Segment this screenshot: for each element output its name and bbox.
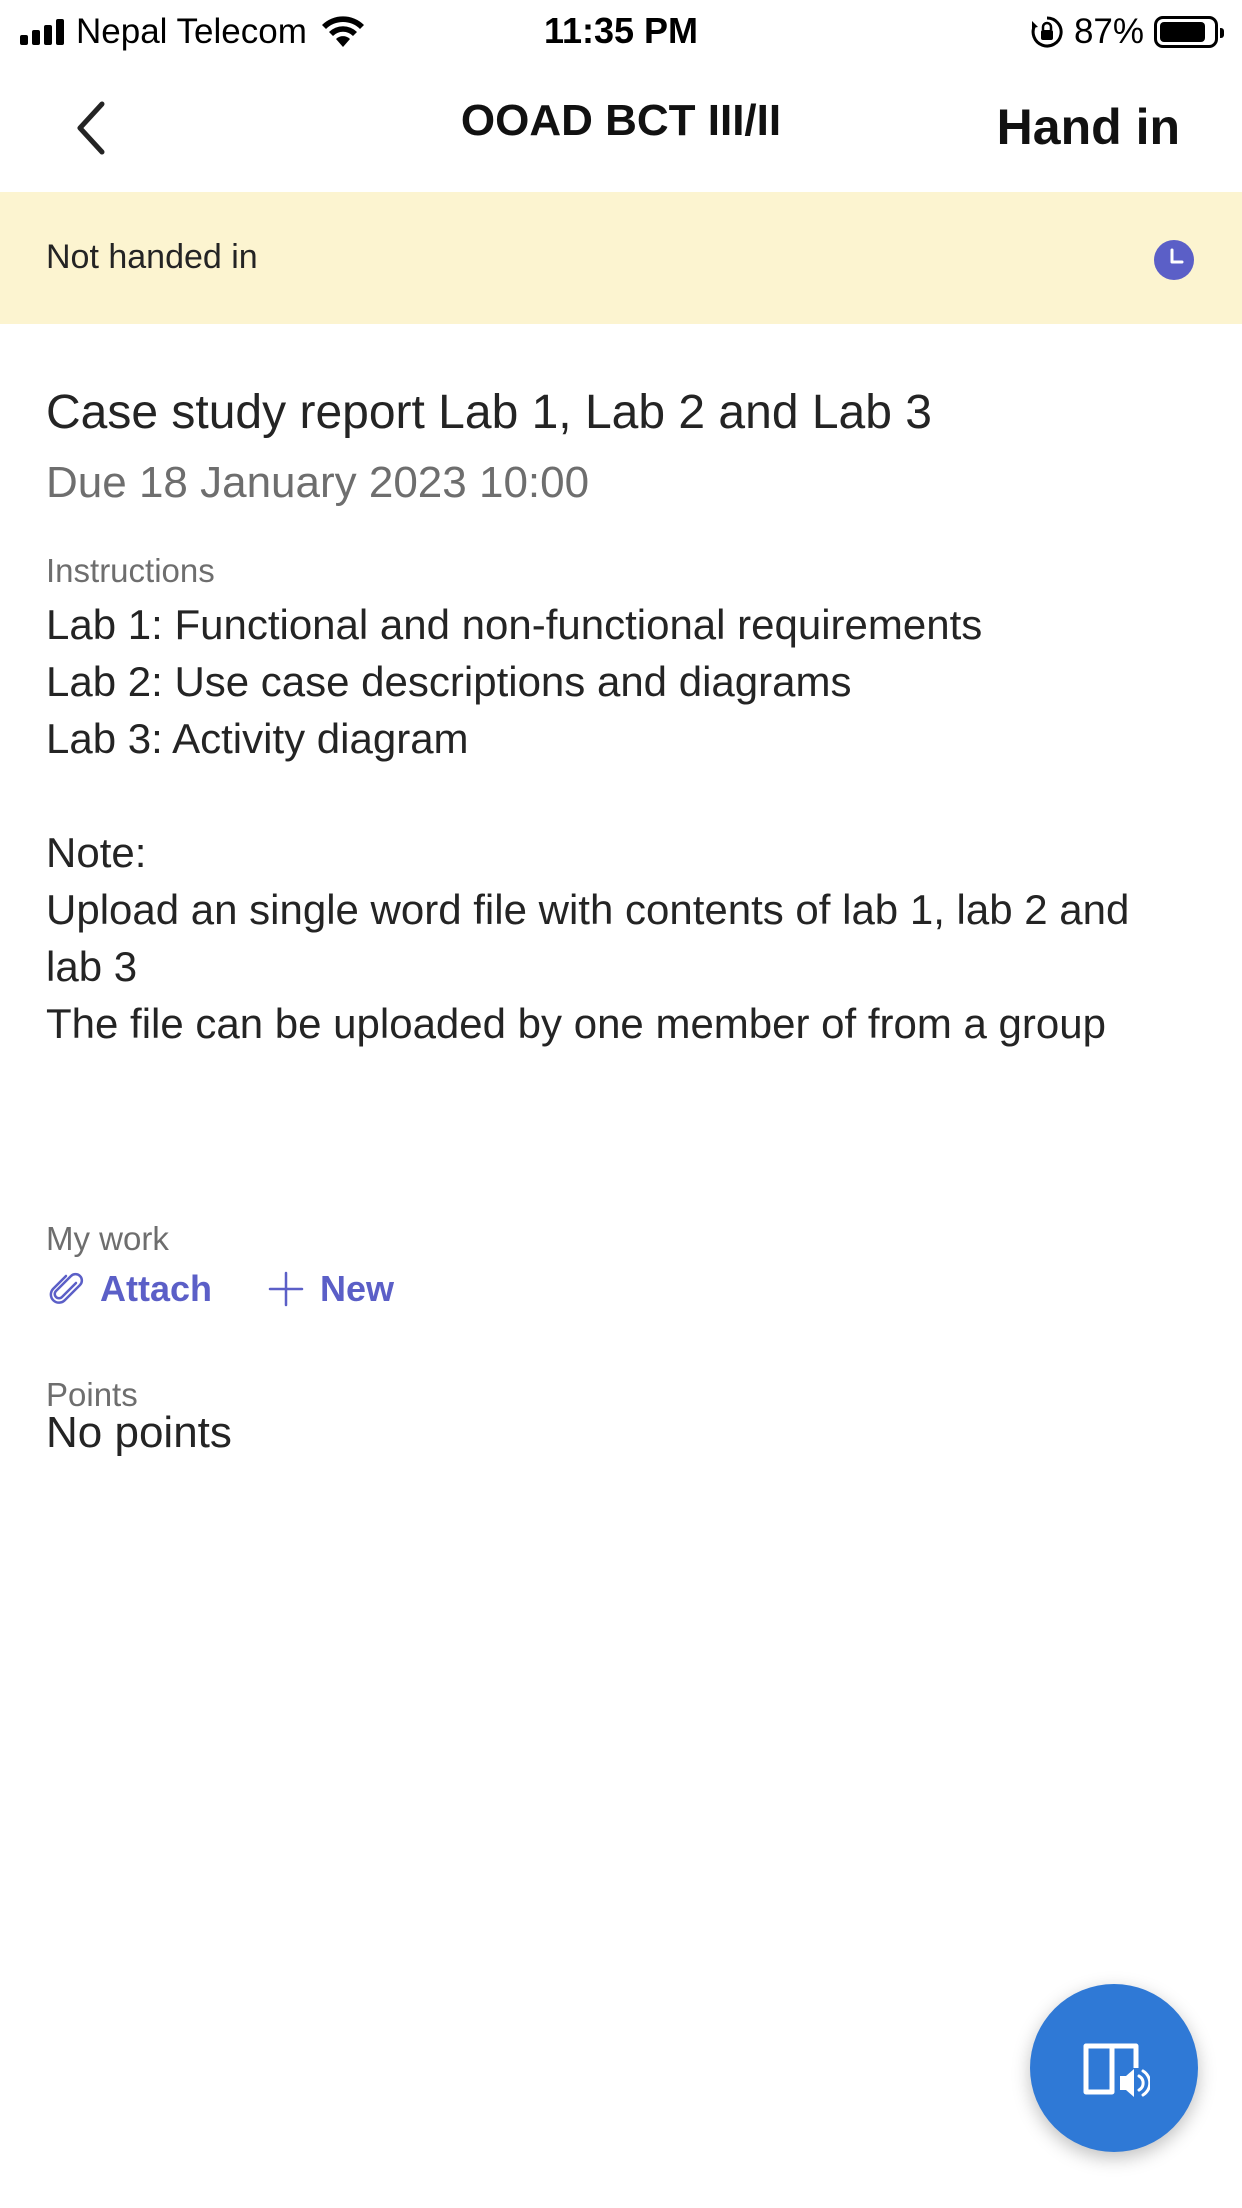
points-value: No points xyxy=(46,1408,232,1457)
instruction-line: Lab 3: Activity diagram xyxy=(46,715,469,762)
attach-label: Attach xyxy=(100,1268,213,1309)
status-bar: Nepal Telecom 11:35 PM 87% xyxy=(0,0,1242,62)
immersive-reader-icon xyxy=(1083,2043,1150,2097)
instruction-line: Note: xyxy=(46,829,147,876)
instruction-line: Lab 2: Use case descriptions and diagram… xyxy=(46,658,852,705)
paperclip-icon xyxy=(49,1272,84,1304)
instruction-line: Upload an single word file with contents… xyxy=(46,886,1130,990)
instruction-line: The file can be uploaded by one member o… xyxy=(46,1000,1106,1047)
instructions-text: Lab 1: Functional and non-functional req… xyxy=(46,596,1196,1052)
top-nav-bar: OOAD BCT III/II Hand in xyxy=(0,62,1242,192)
assignment-title: Case study report Lab 1, Lab 2 and Lab 3 xyxy=(46,386,932,439)
hand-in-button[interactable]: Hand in xyxy=(997,98,1180,156)
assignment-details: Case study report Lab 1, Lab 2 and Lab 3… xyxy=(46,370,1196,1457)
instructions-label: Instructions xyxy=(46,552,215,589)
due-date: Due 18 January 2023 10:00 xyxy=(46,458,590,507)
submission-status-banner: Not handed in xyxy=(0,192,1242,324)
battery-level-fill xyxy=(1160,22,1206,42)
new-button[interactable]: New xyxy=(266,1268,394,1310)
battery-percent: 87% xyxy=(1073,12,1144,51)
my-work-label: My work xyxy=(46,1220,169,1257)
plus-icon xyxy=(268,1271,304,1307)
rotation-lock-icon xyxy=(1031,16,1063,48)
attach-button[interactable]: Attach xyxy=(46,1268,212,1310)
submission-status-text: Not handed in xyxy=(46,238,258,276)
my-work-actions: Attach New xyxy=(46,1268,448,1310)
instruction-line: Lab 1: Functional and non-functional req… xyxy=(46,601,983,648)
clock-icon xyxy=(1154,240,1194,280)
battery-icon xyxy=(1154,16,1224,48)
status-right: 87% xyxy=(1030,10,1226,54)
immersive-reader-button[interactable] xyxy=(1030,1984,1198,2152)
new-label: New xyxy=(320,1268,395,1309)
instruction-line xyxy=(46,767,1196,824)
